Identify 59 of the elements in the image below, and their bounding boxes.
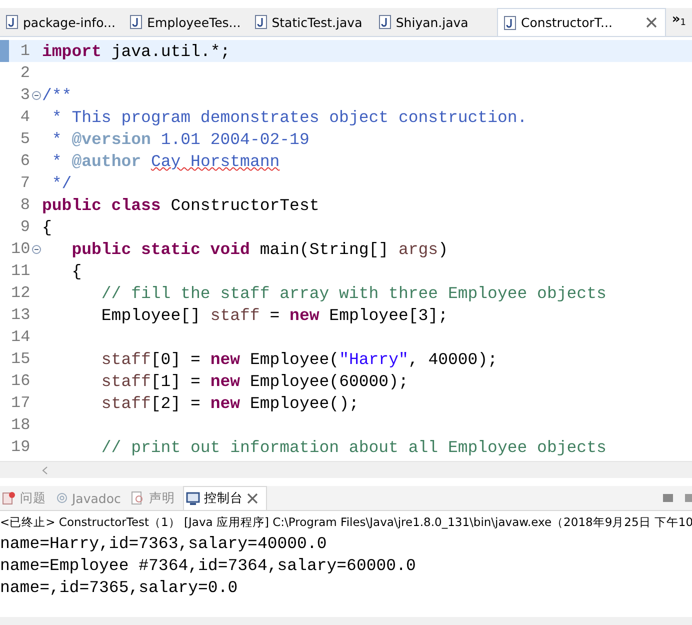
editor-tab[interactable]: StaticTest.java xyxy=(248,8,373,36)
maximize-icon[interactable] xyxy=(684,492,692,504)
line-number: 14 xyxy=(11,328,30,346)
code-line: import java.util.*; xyxy=(42,42,230,60)
code-line: Employee[] staff = new Employee[3]; xyxy=(101,306,448,324)
code-line: // fill the staff array with three Employee objects xyxy=(101,284,606,302)
code-line: staff[2] = new Employee(); xyxy=(101,394,359,412)
java-file-icon xyxy=(6,15,18,29)
java-file-icon xyxy=(254,15,267,29)
code-line: * @version 1.01 2004-02-19 xyxy=(50,130,310,148)
code-line: */ xyxy=(50,174,72,192)
editor-tab[interactable]: Shiyan.java xyxy=(372,8,498,36)
code-line: public static void main(String[] args) xyxy=(72,240,448,258)
code-line: // print out information about all Employee objects xyxy=(101,438,606,456)
java-file-icon xyxy=(378,15,391,29)
code-line: staff[1] = new Employee(60000); xyxy=(101,372,408,390)
console-output-line: name=Harry,id=7363,salary=40000.0 xyxy=(0,533,328,555)
line-number: 7 xyxy=(19,174,30,192)
view-tab[interactable]: 控制台 xyxy=(182,486,267,510)
code-line: staff[0] = new Employee("Harry", 40000); xyxy=(101,350,498,368)
code-line: { xyxy=(72,262,82,280)
minimize-icon[interactable] xyxy=(662,492,674,504)
collapse-icon[interactable] xyxy=(32,244,40,254)
line-number: 16 xyxy=(11,372,30,390)
editor-tab[interactable]: EmployeeTes... xyxy=(124,8,249,36)
line-number: 6 xyxy=(19,152,30,170)
line-number: 15 xyxy=(11,350,30,368)
console-output-line: name=Employee #7364,id=7364,salary=60000.0 xyxy=(0,555,417,577)
java-file-icon xyxy=(504,16,516,30)
code-line: * This program demonstrates object construction. xyxy=(50,108,528,126)
document-search-icon xyxy=(130,491,145,505)
collapse-icon[interactable] xyxy=(32,90,40,100)
editor-tab[interactable]: package-info... xyxy=(0,8,124,36)
line-number: 10 xyxy=(11,240,30,258)
java-file-icon xyxy=(130,15,142,29)
close-icon[interactable] xyxy=(246,493,258,504)
code-line: * @author Cay Horstmann xyxy=(50,152,280,170)
line-number: 12 xyxy=(11,284,30,302)
warning-list-icon xyxy=(2,491,16,505)
line-number: 18 xyxy=(11,416,30,434)
line-number: 4 xyxy=(19,108,30,126)
line-number: 5 xyxy=(19,130,30,148)
code-line: { xyxy=(42,218,52,236)
line-number: 11 xyxy=(11,262,30,280)
monitor-icon xyxy=(186,492,200,505)
line-number: 3 xyxy=(19,86,30,104)
line-number: 13 xyxy=(11,306,30,324)
line-number: 9 xyxy=(19,218,30,236)
line-number: 2 xyxy=(19,64,30,82)
console-output-line: name=,id=7365,salary=0.0 xyxy=(0,577,239,599)
line-number: 1 xyxy=(19,42,30,60)
console-status: <已终止> ConstructorTest（1） [Java 应用程序] C:\Program Files\Java\jre1.8.0_131\bin\javaw.exe（2018年9月25日 下午10 xyxy=(0,514,692,531)
editor-tab[interactable]: ConstructorT... xyxy=(497,8,666,36)
line-number: 19 xyxy=(11,438,30,456)
line-number: 17 xyxy=(11,394,30,412)
code-line: public class ConstructorTest xyxy=(42,196,320,214)
code-line: /** xyxy=(42,86,72,104)
line-number: 8 xyxy=(19,196,30,214)
close-icon[interactable] xyxy=(646,17,657,28)
